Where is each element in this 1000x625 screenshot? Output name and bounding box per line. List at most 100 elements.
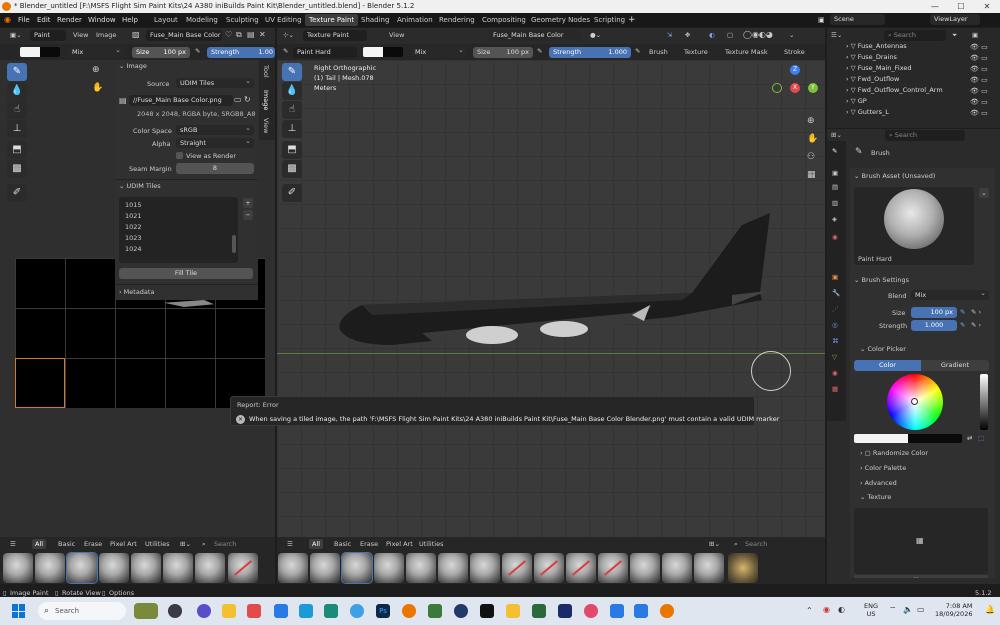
color-tab[interactable]: Color xyxy=(854,360,921,371)
brush-thumbnail[interactable] xyxy=(406,553,436,583)
viewport-soften-tool-icon[interactable]: 💧 xyxy=(282,82,302,100)
image-strength-field[interactable]: Strength 1.00 xyxy=(207,47,275,58)
brush-thumbnail[interactable] xyxy=(163,553,193,583)
word-icon[interactable] xyxy=(634,604,648,618)
unlink-image-icon[interactable]: ✕ xyxy=(259,30,266,39)
color-space-dropdown[interactable]: sRGB xyxy=(176,123,254,135)
tab-uv-editing[interactable]: UV Editing xyxy=(261,14,306,26)
texture-slot-dropdown[interactable]: Fuse_Main Base Color xyxy=(489,30,581,41)
minimize-icon[interactable]: — xyxy=(922,0,948,13)
object-tab-icon[interactable]: ▣ xyxy=(832,273,838,281)
size-pressure-icon[interactable]: ✎ xyxy=(195,47,200,55)
list-item[interactable]: 1021 xyxy=(125,212,142,220)
viewport-draw-tool-icon[interactable]: ✎ xyxy=(282,63,302,81)
outliner-item[interactable]: › ▽ Fuse_Antennas xyxy=(846,41,907,52)
menu-file[interactable]: File xyxy=(18,13,30,27)
texture-tab-icon[interactable]: ▦ xyxy=(832,385,838,393)
blender-menu-icon[interactable]: ◉ xyxy=(4,13,11,27)
shelf-search-input[interactable]: Search xyxy=(214,540,236,548)
properties-editor-icon[interactable]: ⊞⌄ xyxy=(831,131,842,139)
size-pressure-icon[interactable]: ✎ xyxy=(960,308,965,316)
fake-user-icon[interactable]: ♡ xyxy=(225,30,232,39)
app-icon[interactable] xyxy=(506,604,520,618)
draw-tool-icon[interactable]: ✎ xyxy=(7,63,27,81)
tab-rendering[interactable]: Rendering xyxy=(435,14,479,26)
viewport-strength-field[interactable]: Strength 1.000 xyxy=(549,47,631,58)
scene-selector[interactable]: Scene xyxy=(830,14,885,25)
viewport-shelf-tab-utilities[interactable]: Utilities xyxy=(419,540,443,548)
brush-thumbnail[interactable] xyxy=(470,553,500,583)
close-icon[interactable]: ✕ xyxy=(974,0,1000,13)
gizmo-neg-y-axis[interactable] xyxy=(772,83,782,93)
brush-settings-header[interactable]: ⌄ Brush Settings xyxy=(854,276,909,284)
remove-tile-button[interactable]: − xyxy=(243,210,253,220)
tab-scripting[interactable]: Scripting xyxy=(590,14,629,26)
color-picker-header[interactable]: ⌄ Color Picker xyxy=(860,345,906,353)
strength-pressure-icon[interactable]: ✎ xyxy=(960,321,965,329)
color-wheel-cursor[interactable] xyxy=(911,398,918,405)
edge-icon[interactable] xyxy=(350,604,364,618)
randomize-color-row[interactable]: › ▢ Randomize Color xyxy=(860,449,928,457)
battery-icon[interactable]: ▭ xyxy=(917,605,925,614)
brush-primary-color[interactable] xyxy=(854,434,908,443)
brush-strength-field[interactable]: 1.000 xyxy=(911,320,957,331)
windows-start-icon[interactable] xyxy=(12,604,26,618)
texture-row[interactable]: ⌄ Texture xyxy=(860,493,891,501)
swap-colors-icon[interactable]: ⇄ xyxy=(967,434,972,442)
viewport-view-menu[interactable]: View xyxy=(389,31,404,39)
viewport-clone-tool-icon[interactable]: ⊥ xyxy=(282,120,302,138)
tab-sculpting[interactable]: Sculpting xyxy=(222,14,263,26)
photoshop-icon[interactable]: Ps xyxy=(376,604,390,618)
overlay-icon[interactable]: ◐ xyxy=(709,31,715,39)
brush-thumbnail[interactable] xyxy=(195,553,225,583)
data-tab-icon[interactable]: ▽ xyxy=(832,353,837,361)
brush-thumbnail[interactable] xyxy=(3,553,33,583)
shelf-tab-pixel-art[interactable]: Pixel Art xyxy=(110,540,137,548)
gizmo-y-axis[interactable]: Y xyxy=(808,83,818,93)
seam-margin-field[interactable]: 8 xyxy=(176,163,254,174)
outliner-item[interactable]: › ▽ GP xyxy=(846,96,867,107)
brush-thumbnail[interactable] xyxy=(341,552,373,584)
tab-shading[interactable]: Shading xyxy=(357,14,393,26)
tab-layout[interactable]: Layout xyxy=(150,14,182,26)
viewport-strength-pressure-icon[interactable]: ✎ xyxy=(635,47,640,55)
brush-thumbnail[interactable] xyxy=(310,553,340,583)
list-item[interactable]: 1022 xyxy=(125,223,142,231)
app-icon[interactable] xyxy=(610,604,624,618)
annotate-tool-icon[interactable]: ✐ xyxy=(7,184,27,202)
language-indicator[interactable]: ENG US xyxy=(864,602,878,618)
app-icon[interactable] xyxy=(247,604,261,618)
texture-preview[interactable]: ▦ xyxy=(854,508,988,574)
open-image-icon[interactable]: ▤ xyxy=(247,30,255,39)
brush-thumbnail[interactable] xyxy=(66,552,98,584)
sidebar-tab-image[interactable]: Image xyxy=(262,90,270,110)
pan-hand-icon[interactable]: ✋ xyxy=(92,83,103,93)
viewport-primary-color[interactable] xyxy=(363,47,383,57)
shelf-tab-all[interactable]: All xyxy=(32,539,47,549)
brush-thumbnail[interactable] xyxy=(374,553,404,583)
clock[interactable]: 7:08 AM 18/09/2026 xyxy=(935,602,972,618)
outliner-search-input[interactable]: ⌕ Search xyxy=(884,30,946,41)
brush-thumbnail[interactable] xyxy=(534,553,564,583)
alpha-dropdown[interactable]: Straight xyxy=(176,136,254,148)
strength-extra-icon[interactable]: ✎ › xyxy=(971,321,981,329)
brush-asset-header[interactable]: ⌄ Brush Asset (Unsaved) xyxy=(854,172,935,180)
shading-dot-icon[interactable]: ●⌄ xyxy=(590,31,601,39)
brush-thumbnail[interactable] xyxy=(566,553,596,583)
udim-tile-list[interactable]: 1015 1021 1022 1023 1024 xyxy=(119,197,238,263)
app-icon[interactable] xyxy=(197,604,211,618)
add-tile-button[interactable]: + xyxy=(243,198,253,208)
tab-texture-paint[interactable]: Texture Paint xyxy=(305,14,359,26)
shelf-tab-basic[interactable]: Basic xyxy=(58,540,75,548)
app-icon[interactable] xyxy=(168,604,182,618)
viewport-shelf-display-icon[interactable]: ⊞⌄ xyxy=(709,540,720,548)
sidebar-tab-view[interactable]: View xyxy=(262,118,270,133)
shelf-tab-utilities[interactable]: Utilities xyxy=(145,540,169,548)
color-wheel[interactable] xyxy=(887,374,943,430)
outliner-item[interactable]: › ▽ Fuse_Main_Fixed xyxy=(846,63,911,74)
viewport-shelf-menu-icon[interactable]: ☰ xyxy=(287,540,293,548)
volume-icon[interactable]: 🔈 xyxy=(903,605,913,614)
brush-thumbnail[interactable] xyxy=(728,553,758,583)
browse-folder-icon[interactable]: ▭ xyxy=(234,95,242,104)
render-tab-icon[interactable]: ▣ xyxy=(832,169,838,177)
